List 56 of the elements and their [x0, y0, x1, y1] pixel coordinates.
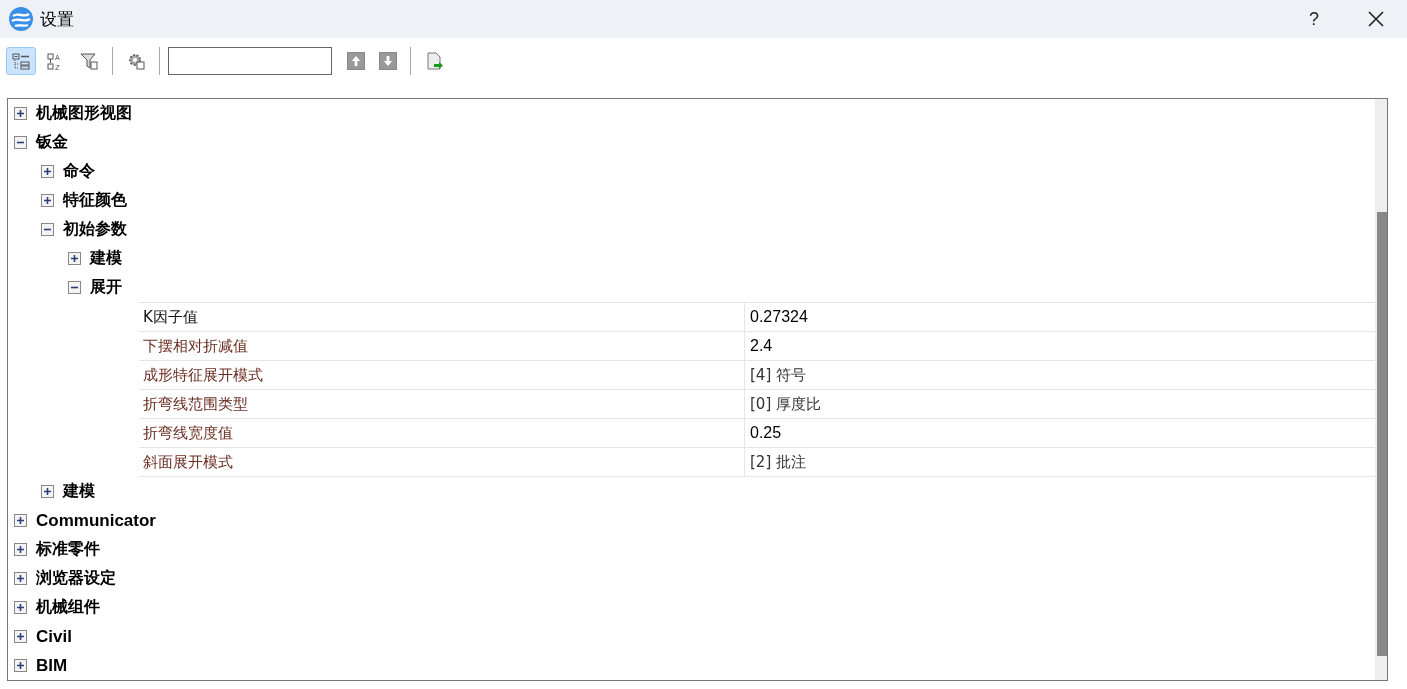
tree-node-label[interactable]: Civil: [36, 626, 72, 647]
tree-node-label[interactable]: 建模: [90, 248, 122, 269]
arrow-up-icon: [349, 54, 363, 68]
tree-node-label[interactable]: 初始参数: [63, 219, 127, 240]
expand-icon[interactable]: [14, 601, 27, 614]
expand-icon[interactable]: [14, 630, 27, 643]
expand-icon[interactable]: [41, 165, 54, 178]
arrow-down-button[interactable]: [379, 52, 397, 70]
property-name[interactable]: 折弯线宽度值: [139, 419, 745, 447]
collapse-icon[interactable]: [41, 223, 54, 236]
arrow-up-button[interactable]: [347, 52, 365, 70]
tree-node-label[interactable]: 命令: [63, 161, 95, 182]
tree-node-label[interactable]: 建模: [63, 481, 95, 502]
property-name[interactable]: 折弯线范围类型: [139, 390, 745, 418]
expand-icon[interactable]: [14, 107, 27, 120]
tree-node-label[interactable]: 标准零件: [36, 539, 100, 560]
expand-icon[interactable]: [14, 572, 27, 585]
expand-icon[interactable]: [68, 252, 81, 265]
tree-node-label[interactable]: Communicator: [36, 510, 156, 531]
property-value[interactable]: [4] 符号: [745, 361, 1375, 389]
property-name[interactable]: 成形特征展开模式: [139, 361, 745, 389]
expand-icon[interactable]: [14, 543, 27, 556]
collapse-icon[interactable]: [14, 136, 27, 149]
window-title: 设置: [40, 7, 75, 31]
scrollbar-thumb[interactable]: [1377, 212, 1387, 656]
close-icon[interactable]: [1367, 10, 1385, 28]
tree-node-label[interactable]: 机械组件: [36, 597, 100, 618]
tree-node-label[interactable]: 特征颜色: [63, 190, 127, 211]
tree-node-label[interactable]: 展开: [90, 277, 122, 298]
app-logo-icon: [8, 6, 34, 32]
tree-node-label[interactable]: 机械图形视图: [36, 103, 132, 124]
property-value[interactable]: 2.4: [745, 332, 1375, 360]
expand-icon[interactable]: [14, 659, 27, 672]
scrollbar[interactable]: [1375, 99, 1387, 680]
document-export-icon: [424, 51, 444, 71]
property-name[interactable]: K因子值: [139, 303, 745, 331]
collapse-icon[interactable]: [68, 281, 81, 294]
expand-icon[interactable]: [41, 194, 54, 207]
tree-node-label[interactable]: 钣金: [36, 132, 68, 153]
property-name[interactable]: 斜面展开模式: [139, 448, 745, 476]
tree-node-label[interactable]: BIM: [36, 655, 68, 676]
filter-icon: [79, 51, 99, 71]
property-value[interactable]: [2] 批注: [745, 448, 1375, 476]
property-value[interactable]: 0.25: [745, 419, 1375, 447]
expand-icon[interactable]: [14, 514, 27, 527]
categorized-view-button[interactable]: [6, 47, 36, 75]
tree-node-label[interactable]: 浏览器设定: [36, 568, 116, 589]
categorized-view-icon: [11, 51, 31, 71]
property-value[interactable]: 0.27324: [745, 303, 1375, 331]
gear-icon: [126, 51, 146, 71]
arrow-down-icon: [381, 54, 395, 68]
search-field[interactable]: [168, 47, 332, 75]
expand-icon[interactable]: [41, 485, 54, 498]
property-name[interactable]: 下摆相对折减值: [139, 332, 745, 360]
help-button[interactable]: ?: [1309, 8, 1319, 30]
property-value[interactable]: [0] 厚度比: [745, 390, 1375, 418]
